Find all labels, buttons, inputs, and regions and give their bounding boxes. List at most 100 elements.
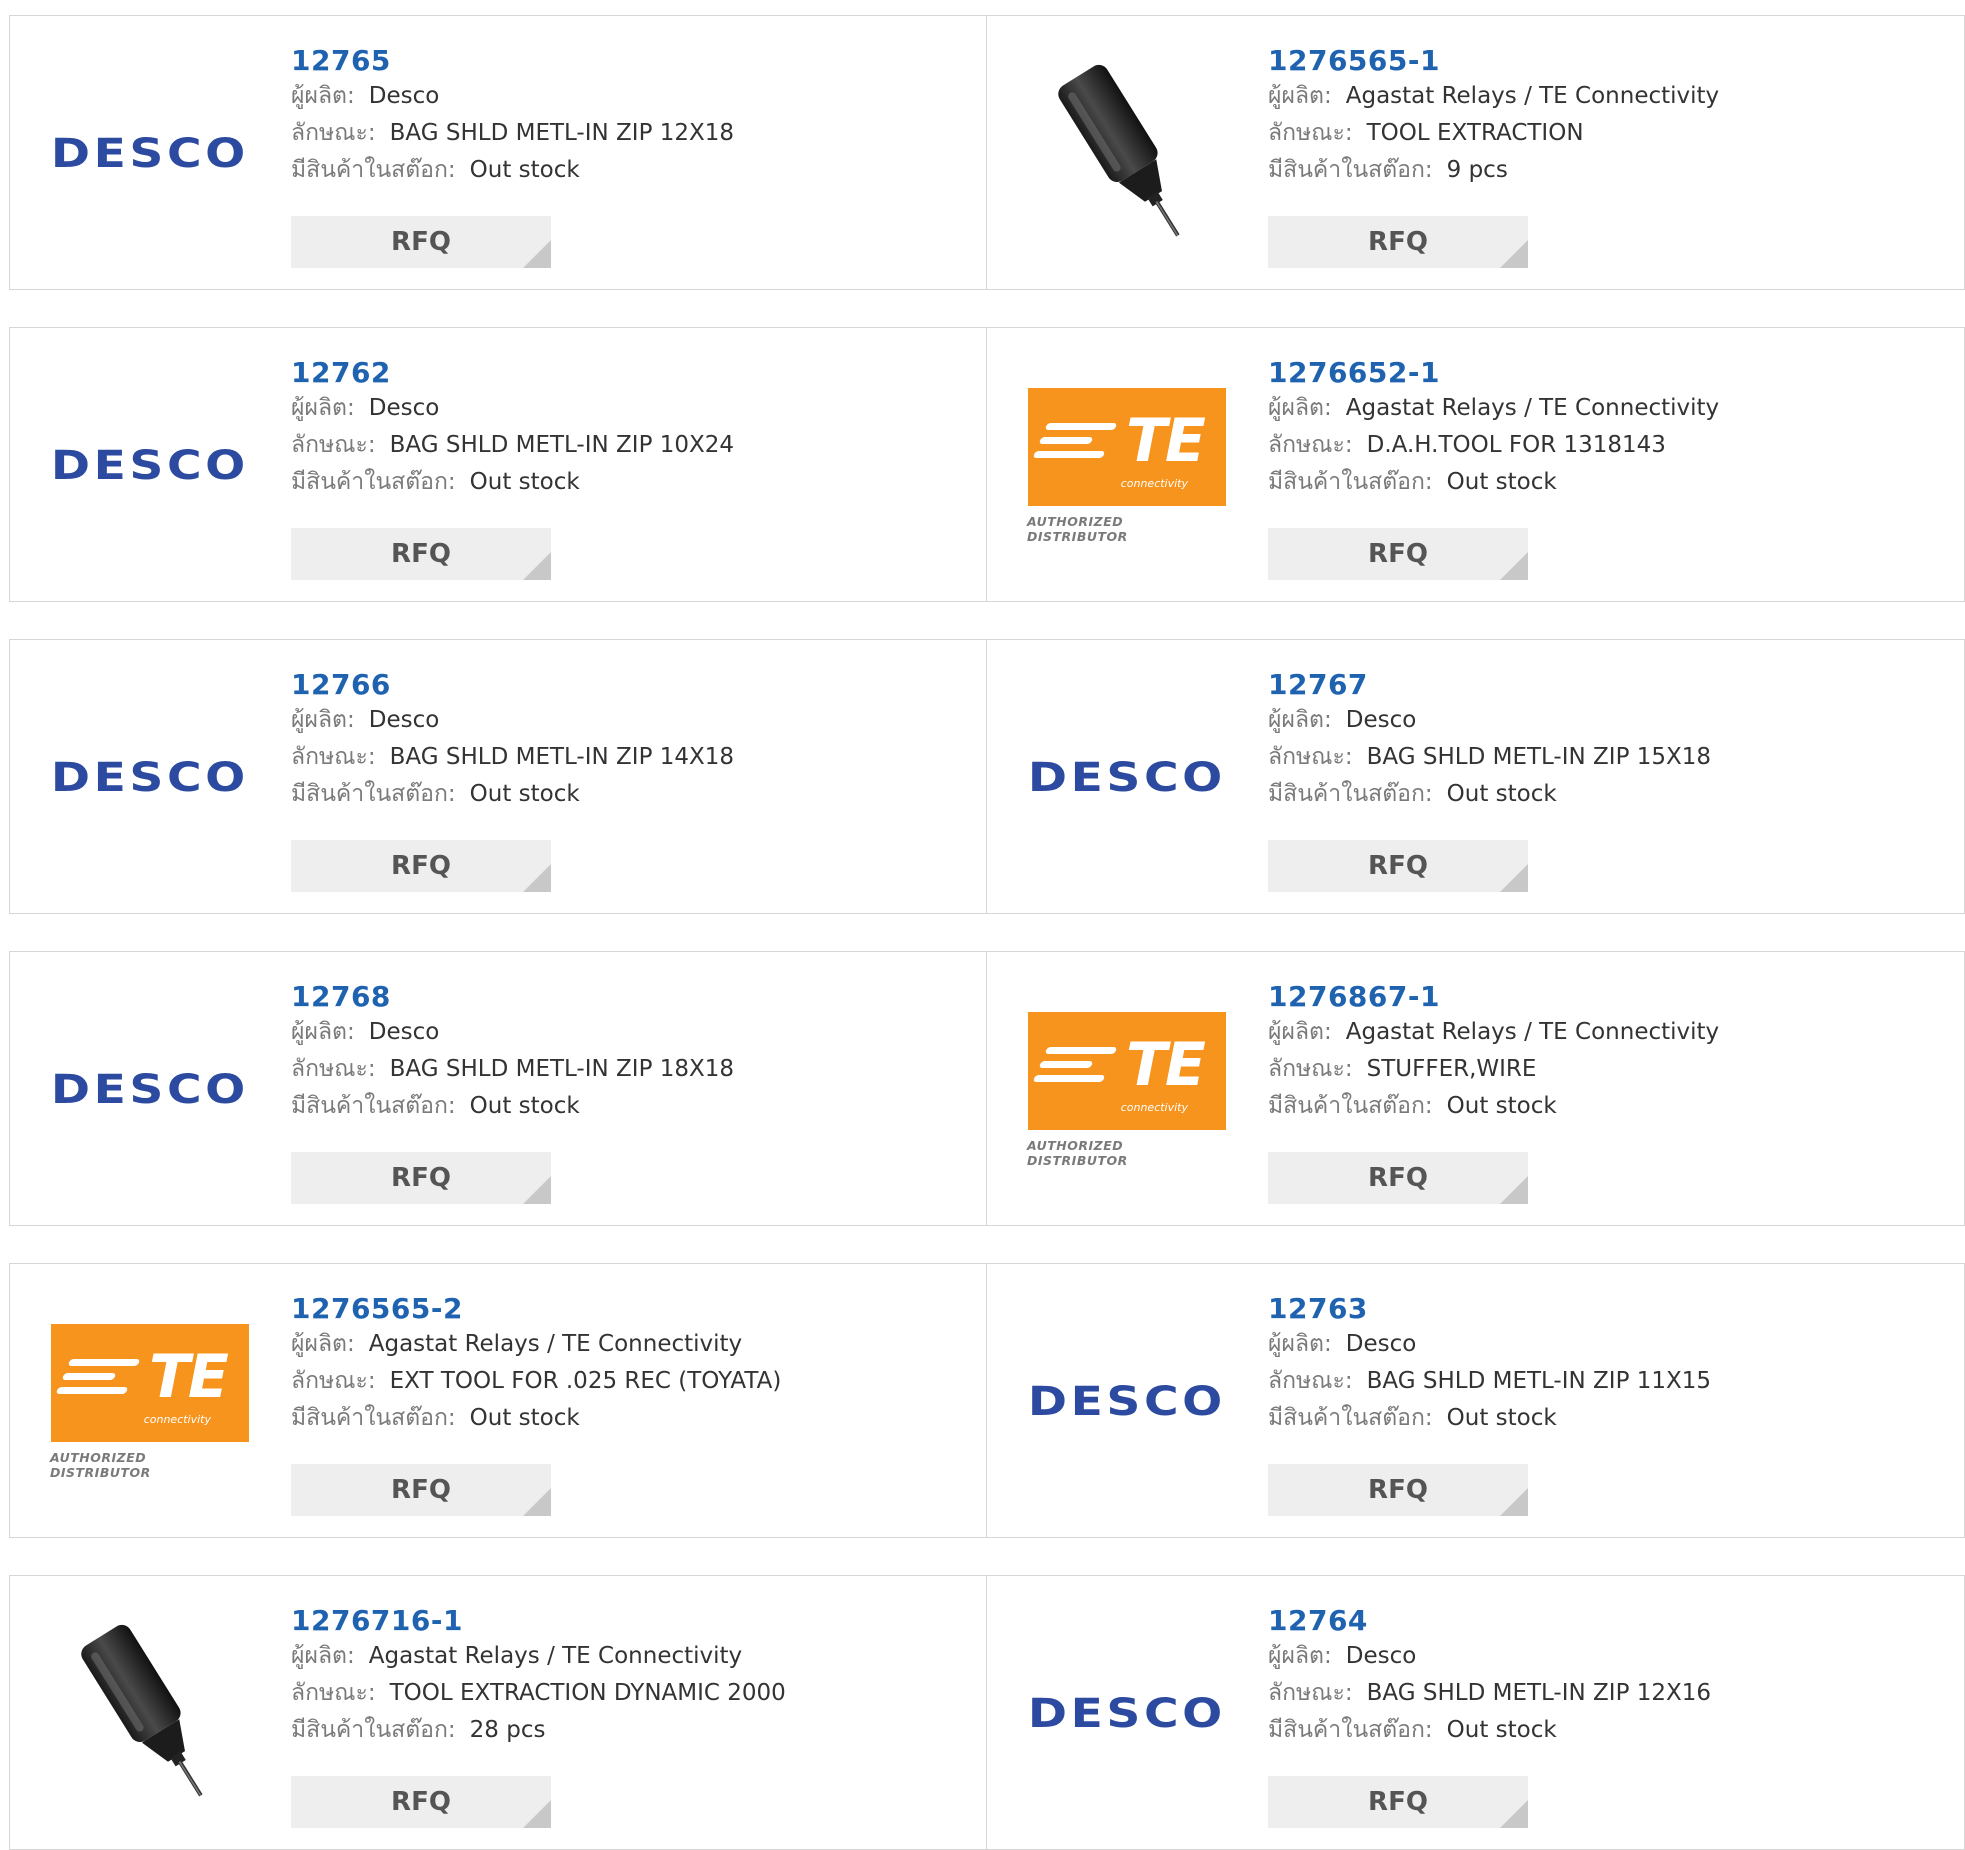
product-image[interactable]: TE connectivity AUTHORIZED DISTRIBUTOR <box>1027 366 1227 566</box>
description-value: BAG SHLD METL-IN ZIP 10X24 <box>389 432 735 458</box>
product-row: DESCO 12765 ผู้ผลิต: Desco ลักษณะ: BAG SHL… <box>9 15 1965 290</box>
description-label: ลักษณะ: <box>291 1056 376 1082</box>
rfq-button[interactable]: RFQ <box>1268 1464 1528 1516</box>
part-number-link[interactable]: 12763 <box>1268 1292 1928 1326</box>
product-info: 12768 ผู้ผลิต: Desco ลักษณะ: BAG SHLD METL… <box>291 980 951 1125</box>
te-connectivity-logo: TE connectivity AUTHORIZED DISTRIBUTOR <box>50 1324 250 1480</box>
stock-value: Out stock <box>1446 469 1557 495</box>
stock-value: Out stock <box>1446 1405 1557 1431</box>
rfq-label: RFQ <box>391 227 451 257</box>
manufacturer-label: ผู้ผลิต: <box>1268 1331 1332 1357</box>
stock-label: มีสินค้าในสต๊อก: <box>1268 469 1433 495</box>
product-image[interactable]: TE connectivity AUTHORIZED DISTRIBUTOR <box>1027 990 1227 1190</box>
rfq-button[interactable]: RFQ <box>1268 1152 1528 1204</box>
te-logo-subtext: connectivity <box>143 1413 211 1426</box>
description-line: ลักษณะ: TOOL EXTRACTION DYNAMIC 2000 <box>291 1675 951 1712</box>
part-number-link[interactable]: 12768 <box>291 980 951 1014</box>
stock-value: Out stock <box>469 1093 580 1119</box>
stock-line: มีสินค้าในสต๊อก: Out stock <box>1268 464 1928 501</box>
desco-logo: DESCO <box>51 131 249 177</box>
rfq-label: RFQ <box>1368 1787 1428 1817</box>
product-image[interactable]: TE connectivity AUTHORIZED DISTRIBUTOR <box>50 1302 250 1502</box>
product-card: DESCO 12768 ผู้ผลิต: Desco ลักษณะ: BAG SHL… <box>9 951 987 1226</box>
product-row: 1276716-1 ผู้ผลิต: Agastat Relays / TE Co… <box>9 1575 1965 1850</box>
product-image[interactable]: DESCO <box>50 990 250 1190</box>
description-value: TOOL EXTRACTION DYNAMIC 2000 <box>389 1680 786 1706</box>
stock-label: มีสินค้าในสต๊อก: <box>1268 1405 1433 1431</box>
product-image[interactable]: DESCO <box>1027 1614 1227 1814</box>
rfq-button[interactable]: RFQ <box>291 840 551 892</box>
part-number-link[interactable]: 1276867-1 <box>1268 980 1928 1014</box>
rfq-label: RFQ <box>1368 227 1428 257</box>
product-image[interactable]: DESCO <box>50 54 250 254</box>
product-card: 1276716-1 ผู้ผลิต: Agastat Relays / TE Co… <box>9 1575 987 1850</box>
rfq-button[interactable]: RFQ <box>291 1464 551 1516</box>
stock-value: Out stock <box>469 781 580 807</box>
part-number-link[interactable]: 1276565-1 <box>1268 44 1928 78</box>
product-image[interactable] <box>1027 54 1227 254</box>
stock-label: มีสินค้าในสต๊อก: <box>291 1717 456 1743</box>
rfq-button[interactable]: RFQ <box>291 1776 551 1828</box>
description-label: ลักษณะ: <box>1268 1680 1353 1706</box>
rfq-button[interactable]: RFQ <box>1268 528 1528 580</box>
description-label: ลักษณะ: <box>291 1368 376 1394</box>
stock-label: มีสินค้าในสต๊อก: <box>1268 1093 1433 1119</box>
product-row: TE connectivity AUTHORIZED DISTRIBUTOR 1… <box>9 1263 1965 1538</box>
part-number-link[interactable]: 12762 <box>291 356 951 390</box>
rfq-corner-decoration <box>523 1176 551 1204</box>
product-image[interactable]: DESCO <box>1027 678 1227 878</box>
manufacturer-label: ผู้ผลิต: <box>1268 395 1332 421</box>
product-image[interactable] <box>50 1614 250 1814</box>
rfq-corner-decoration <box>523 1800 551 1828</box>
description-line: ลักษณะ: EXT TOOL FOR .025 REC (TOYATA) <box>291 1363 951 1400</box>
product-image[interactable]: DESCO <box>1027 1302 1227 1502</box>
manufacturer-label: ผู้ผลิต: <box>291 707 355 733</box>
rfq-corner-decoration <box>523 552 551 580</box>
description-value: BAG SHLD METL-IN ZIP 12X18 <box>389 120 735 146</box>
part-number-link[interactable]: 12767 <box>1268 668 1928 702</box>
rfq-button[interactable]: RFQ <box>1268 216 1528 268</box>
product-card: 1276565-1 ผู้ผลิต: Agastat Relays / TE Co… <box>987 15 1965 290</box>
product-info: 12763 ผู้ผลิต: Desco ลักษณะ: BAG SHLD METL… <box>1268 1292 1928 1437</box>
desco-logo: DESCO <box>51 443 249 489</box>
rfq-button[interactable]: RFQ <box>291 216 551 268</box>
part-number-link[interactable]: 12766 <box>291 668 951 702</box>
part-number-link[interactable]: 12765 <box>291 44 951 78</box>
te-logo-box: TE connectivity <box>1028 1012 1226 1130</box>
description-label: ลักษณะ: <box>1268 744 1353 770</box>
manufacturer-line: ผู้ผลิต: Agastat Relays / TE Connectivity <box>1268 390 1928 427</box>
manufacturer-label: ผู้ผลิต: <box>1268 1643 1332 1669</box>
rfq-button[interactable]: RFQ <box>1268 1776 1528 1828</box>
rfq-label: RFQ <box>391 1787 451 1817</box>
manufacturer-label: ผู้ผลิต: <box>291 83 355 109</box>
stock-line: มีสินค้าในสต๊อก: Out stock <box>291 152 951 189</box>
part-number-link[interactable]: 1276652-1 <box>1268 356 1928 390</box>
rfq-corner-decoration <box>1500 1176 1528 1204</box>
description-line: ลักษณะ: BAG SHLD METL-IN ZIP 10X24 <box>291 427 951 464</box>
part-number-link[interactable]: 1276565-2 <box>291 1292 951 1326</box>
product-card: DESCO 12767 ผู้ผลิต: Desco ลักษณะ: BAG SHL… <box>987 639 1965 914</box>
rfq-label: RFQ <box>391 851 451 881</box>
part-number-link[interactable]: 1276716-1 <box>291 1604 951 1638</box>
rfq-corner-decoration <box>1500 240 1528 268</box>
authorized-distributor-text: AUTHORIZED DISTRIBUTOR <box>1027 514 1128 544</box>
desco-logo: DESCO <box>1028 1691 1226 1737</box>
manufacturer-value: Agastat Relays / TE Connectivity <box>1345 395 1720 421</box>
product-image[interactable]: DESCO <box>50 366 250 566</box>
rfq-button[interactable]: RFQ <box>291 528 551 580</box>
rfq-label: RFQ <box>391 1475 451 1505</box>
manufacturer-value: Agastat Relays / TE Connectivity <box>368 1331 743 1357</box>
manufacturer-line: ผู้ผลิต: Desco <box>291 1014 951 1051</box>
manufacturer-value: Desco <box>1345 1643 1417 1669</box>
product-image[interactable]: DESCO <box>50 678 250 878</box>
te-logo-box: TE connectivity <box>1028 388 1226 506</box>
rfq-label: RFQ <box>1368 851 1428 881</box>
part-number-link[interactable]: 12764 <box>1268 1604 1928 1638</box>
manufacturer-line: ผู้ผลิต: Desco <box>291 702 951 739</box>
rfq-button[interactable]: RFQ <box>291 1152 551 1204</box>
rfq-button[interactable]: RFQ <box>1268 840 1528 892</box>
product-info: 1276716-1 ผู้ผลิต: Agastat Relays / TE Co… <box>291 1604 951 1749</box>
desco-logo: DESCO <box>1028 755 1226 801</box>
manufacturer-value: Desco <box>368 1019 440 1045</box>
manufacturer-label: ผู้ผลิต: <box>1268 707 1332 733</box>
